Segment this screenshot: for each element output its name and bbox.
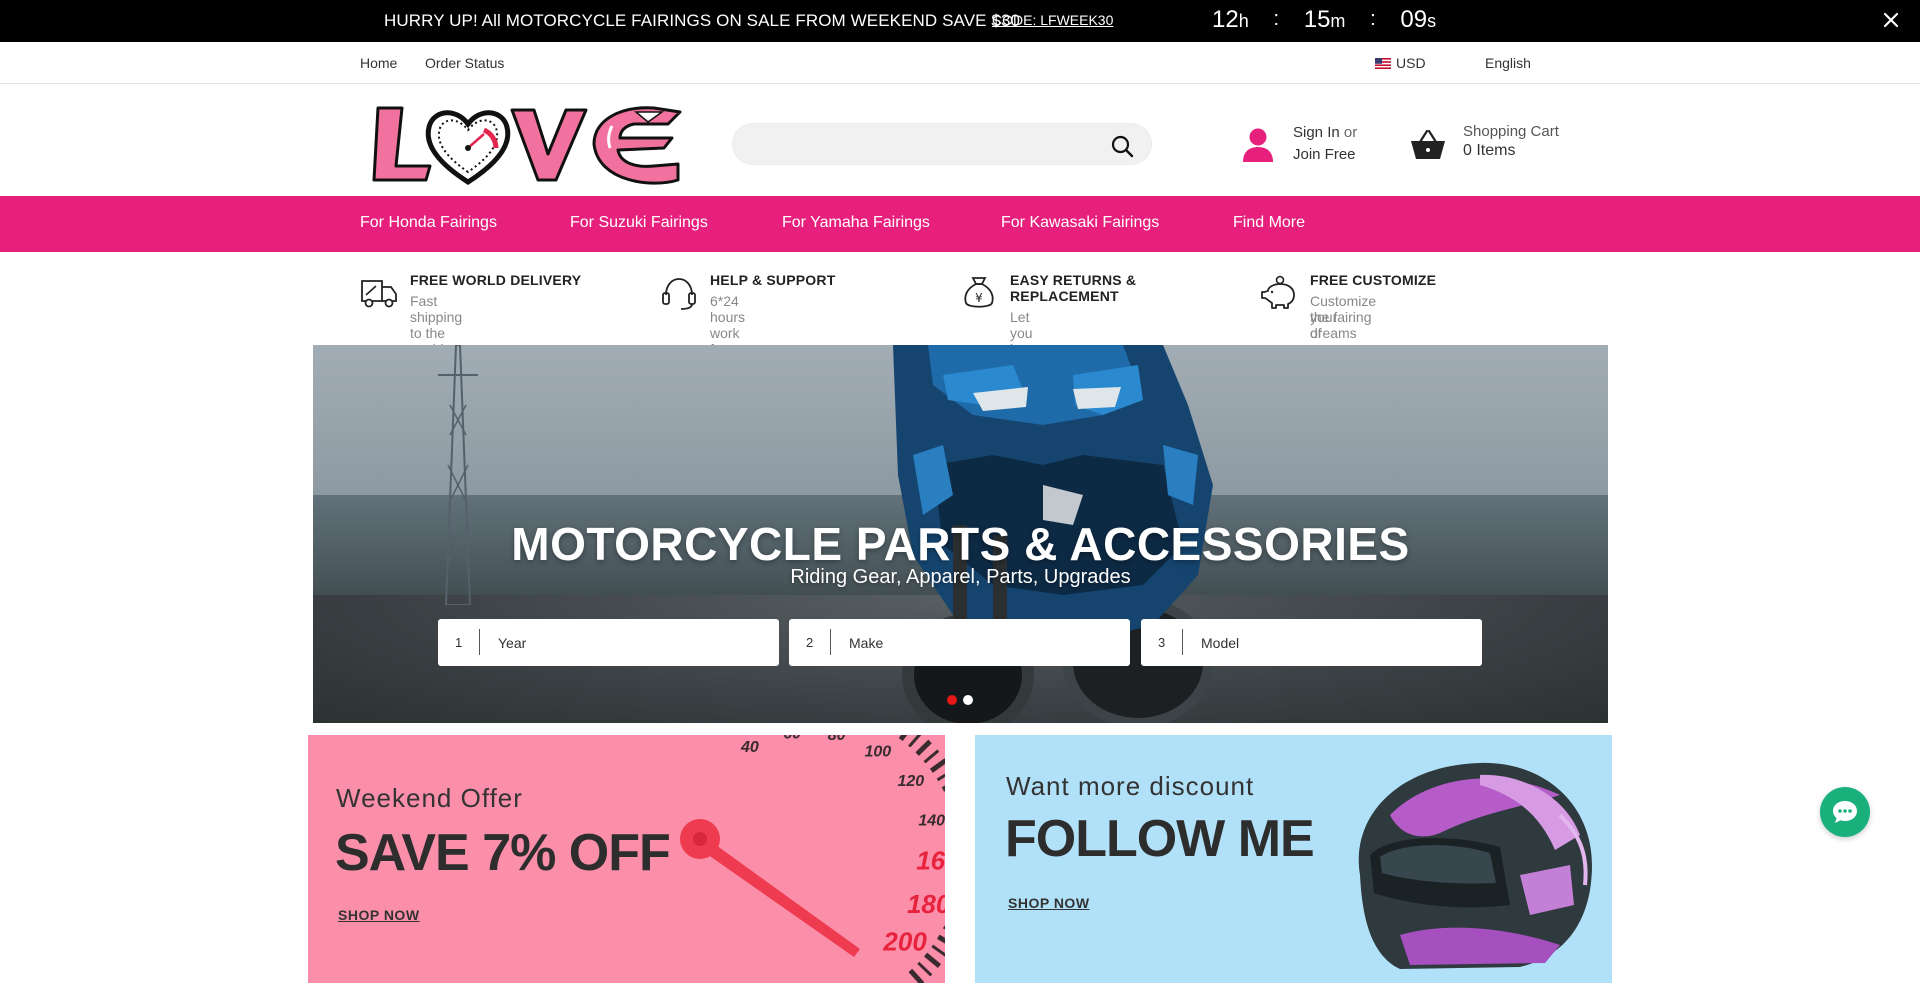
selector-step-number: 3 (1158, 635, 1166, 650)
gauge-tick (908, 735, 922, 748)
gauge-tick (931, 944, 945, 957)
gauge-tick (941, 785, 945, 792)
feature-title: REPLACEMENT (1010, 288, 1119, 304)
gauge-tick (936, 773, 945, 782)
timer-hours-unit: h (1238, 11, 1249, 31)
promo-headline: FOLLOW ME (1005, 810, 1315, 868)
love-logo[interactable] (372, 104, 682, 186)
gauge-tick (908, 968, 925, 983)
gauge-tick (898, 735, 908, 742)
promo-eyebrow: Want more discount (1006, 771, 1255, 801)
follow-me-banner[interactable]: Want more discount FOLLOW ME SHOP NOW (975, 735, 1612, 983)
gauge-tick (917, 961, 933, 977)
timer-hours: 12 (1212, 6, 1239, 33)
announcement-message: HURRY UP! All MOTORCYCLE FAIRINGS ON SAL… (384, 11, 1021, 30)
order-status-link[interactable]: Order Status (425, 55, 504, 71)
sign-in-link[interactable]: Sign In (1293, 124, 1340, 141)
gauge-label: 120 (898, 773, 925, 790)
join-free-link[interactable]: Join Free (1293, 146, 1356, 163)
gauge-label: 160 (916, 845, 945, 875)
shop-now-link[interactable]: SHOP NOW (338, 907, 420, 923)
gauge-tick (929, 758, 945, 773)
timer-seconds-unit: s (1427, 11, 1437, 31)
language-selector[interactable]: English (1485, 55, 1531, 71)
gauge-label: 200 (882, 927, 927, 957)
gauge-tick (937, 934, 945, 944)
promo-code-link[interactable]: CODE: LFWEEK30 (992, 12, 1113, 28)
hero-banner: MOTORCYCLE PARTS & ACCESSORIES Riding Ge… (313, 345, 1608, 723)
feature-title: HELP & SUPPORT (710, 272, 836, 288)
helmet-image (1358, 762, 1592, 969)
gauge-tick (942, 925, 945, 930)
selector-label: Model (1201, 635, 1240, 651)
countdown-timer: 12 h : 15 m : 09 s (1212, 6, 1436, 34)
chat-bubble-icon (1833, 801, 1857, 823)
piggy-bank-icon (1261, 275, 1295, 309)
make-selector[interactable]: 2 Make (789, 619, 1130, 666)
announcement-bar: HURRY UP! All MOTORCYCLE FAIRINGS ON SAL… (0, 0, 1920, 42)
weekend-offer-banner[interactable]: 40 60 80 100 120 140 160 180 200 Weekend Offer S… (308, 735, 945, 983)
gauge-label: 140 (918, 812, 945, 829)
search-icon[interactable] (1110, 134, 1134, 158)
feature-title: FREE WORLD DELIVERY (410, 272, 582, 288)
gauge-label: 80 (828, 735, 846, 744)
year-selector[interactable]: 1 Year (438, 619, 779, 666)
us-flag-icon (1375, 58, 1391, 69)
shopping-basket-icon[interactable] (1410, 128, 1446, 160)
home-link[interactable]: Home (360, 55, 397, 71)
or-text: or (1343, 124, 1358, 141)
nav-suzuki-fairings[interactable]: For Suzuki Fairings (570, 214, 708, 232)
hero-title: MOTORCYCLE PARTS & ACCESSORIES (511, 518, 1410, 570)
selector-divider (1182, 629, 1183, 655)
selector-divider (830, 629, 831, 655)
timer-minutes-unit: m (1330, 11, 1346, 31)
promo-eyebrow: Weekend Offer (336, 783, 523, 813)
gauge-tick (915, 739, 932, 756)
headset-icon (662, 278, 696, 310)
gauge-tick (923, 952, 942, 969)
nav-yamaha-fairings[interactable]: For Yamaha Fairings (782, 214, 930, 232)
user-icon[interactable] (1241, 127, 1275, 163)
chat-button[interactable] (1820, 787, 1870, 837)
slide-dot-active[interactable] (947, 695, 957, 705)
nav-find-more[interactable]: Find More (1233, 214, 1305, 232)
selector-step-number: 1 (455, 635, 463, 650)
nav-kawasaki-fairings[interactable]: For Kawasaki Fairings (1001, 214, 1159, 232)
selector-label: Year (498, 635, 527, 651)
main-nav: For Honda Fairings For Suzuki Fairings F… (0, 196, 1920, 252)
cart-item-count[interactable]: 0 Items (1463, 142, 1515, 160)
promo-headline: SAVE 7% OFF (335, 824, 671, 882)
timer-separator: : (1370, 8, 1376, 30)
selector-step-number: 2 (806, 635, 814, 650)
currency-selector[interactable]: USD (1396, 55, 1426, 71)
truck-icon (361, 280, 397, 308)
utility-bar: Home Order Status USD English (0, 42, 1920, 84)
svg-text:¥: ¥ (975, 291, 983, 305)
money-bag-icon: ¥ (964, 277, 994, 308)
feature-title: EASY RETURNS & (1010, 272, 1137, 288)
slide-dot[interactable] (963, 695, 973, 705)
selector-label: Make (849, 635, 884, 651)
gauge-tick (923, 749, 940, 764)
gauge-label: 180 (907, 889, 945, 919)
timer-minutes: 15 (1303, 6, 1331, 33)
feature-title: FREE CUSTOMIZE (1310, 272, 1437, 288)
model-selector[interactable]: 3 Model (1141, 619, 1482, 666)
cart-title[interactable]: Shopping Cart (1463, 123, 1559, 140)
search-bar (732, 123, 1152, 165)
search-input[interactable] (751, 132, 1111, 156)
shop-now-link[interactable]: SHOP NOW (1008, 895, 1090, 911)
gauge-label: 100 (864, 743, 891, 760)
gauge-label: 60 (783, 735, 801, 742)
selector-divider (479, 629, 480, 655)
sign-in-row: Sign In or (1293, 124, 1357, 141)
timer-separator: : (1273, 8, 1279, 30)
close-icon[interactable] (1880, 9, 1902, 31)
nav-honda-fairings[interactable]: For Honda Fairings (360, 214, 497, 232)
timer-seconds: 09 (1400, 6, 1428, 33)
gauge-label: 40 (740, 739, 759, 756)
hero-subtitle: Riding Gear, Apparel, Parts, Upgrades (790, 566, 1131, 588)
feature-desc: your dreams (1310, 309, 1357, 341)
